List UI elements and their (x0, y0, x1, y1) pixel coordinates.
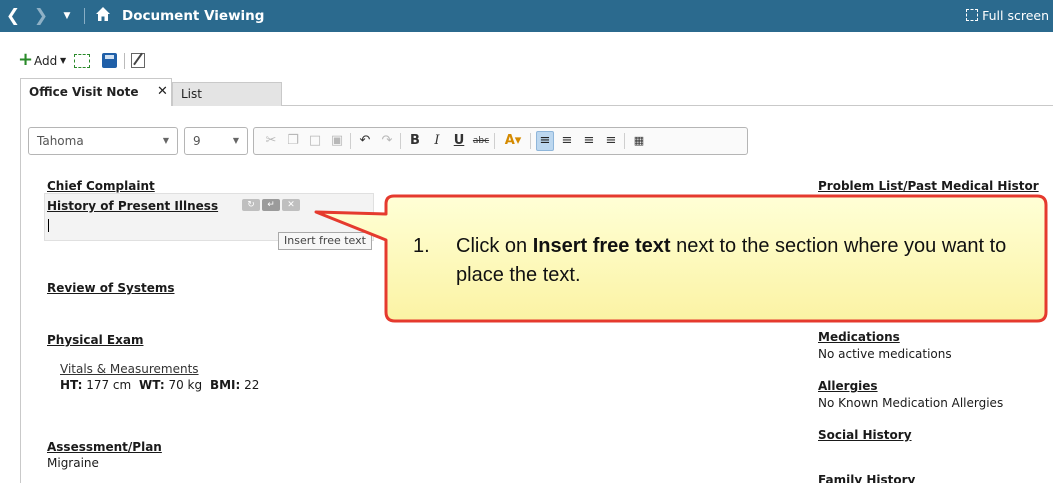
caret-down-icon[interactable]: ▼ (60, 52, 66, 70)
section-history-present-illness: History of Present Illness (47, 199, 219, 213)
page-title: Document Viewing (122, 8, 265, 24)
full-screen-label: Full screen (982, 8, 1049, 23)
italic-icon[interactable]: I (428, 128, 446, 154)
insert-free-text-icon[interactable]: ↵ (262, 199, 280, 211)
chevron-down-icon: ▼ (232, 136, 239, 145)
editor-frame (20, 106, 1053, 483)
back-icon[interactable]: ❮ (2, 0, 24, 32)
section-physical-exam: Physical Exam (47, 333, 144, 347)
undo-icon[interactable]: ↶ (356, 128, 374, 154)
format-toolbar: ✂ ❐ □ ▣ ↶ ↷ B I U abc A▾ ≡ ≡ ≡ ≡ ▦ (253, 127, 748, 155)
caret-down-icon[interactable]: ▼ (58, 0, 76, 32)
assessment-value: Migraine (47, 456, 99, 470)
font-family-value: Tahoma (37, 134, 84, 148)
font-size-select[interactable]: 9 ▼ (184, 127, 248, 155)
section-allergies: Allergies (818, 379, 878, 393)
bmi-label: BMI: (209, 378, 241, 392)
full-screen-button[interactable]: Full screen (966, 0, 1053, 32)
bmi-value: 22 (244, 378, 260, 392)
callout-text-bold: Insert free text (532, 235, 671, 257)
forward-icon[interactable]: ❯ (30, 0, 52, 32)
font-family-select[interactable]: Tahoma ▼ (28, 127, 178, 155)
wt-label: WT: (139, 378, 165, 392)
tab-list[interactable]: List (172, 82, 282, 106)
close-icon[interactable]: ✕ (157, 84, 168, 99)
callout-number: 1. (413, 235, 430, 257)
refresh-icon[interactable]: ↻ (242, 199, 260, 211)
section-review-of-systems: Review of Systems (47, 281, 175, 295)
divider (84, 8, 85, 24)
justify-icon[interactable]: ≡ (602, 128, 620, 154)
wt-value: 70 kg (168, 378, 203, 392)
align-left-icon[interactable]: ≡ (536, 131, 554, 151)
strikethrough-icon[interactable]: abc (472, 128, 490, 154)
tab-office-visit-note[interactable]: Office Visit Note ✕ (20, 78, 172, 106)
plus-icon[interactable]: + (18, 51, 33, 70)
home-icon[interactable] (92, 0, 114, 32)
tab-label: Office Visit Note (29, 85, 139, 99)
divider (124, 53, 125, 69)
divider (530, 133, 531, 149)
align-right-icon[interactable]: ≡ (580, 128, 598, 154)
section-medications: Medications (818, 330, 900, 344)
paste-special-icon[interactable]: ▣ (328, 128, 346, 154)
section-problem-list: Problem List/Past Medical Histor (818, 179, 1039, 193)
divider (350, 133, 351, 149)
section-family-history: Family History (818, 473, 916, 483)
remove-icon[interactable]: ✕ (282, 199, 300, 211)
divider (624, 133, 625, 149)
edit-note-icon[interactable] (131, 53, 145, 68)
tooltip: Insert free text (278, 232, 372, 250)
title-bar: ❮ ❯ ▼ Document Viewing Full screen (0, 0, 1053, 32)
frame-icon[interactable] (74, 54, 90, 68)
bold-icon[interactable]: B (406, 128, 424, 154)
underline-icon[interactable]: U (450, 128, 468, 154)
redo-icon[interactable]: ↷ (378, 128, 396, 154)
cut-icon[interactable]: ✂ (262, 128, 280, 154)
copy-icon[interactable]: ❐ (284, 128, 302, 154)
font-size-value: 9 (193, 134, 201, 148)
medications-value: No active medications (818, 347, 952, 361)
callout-body: Click on Insert free text next to the se… (456, 232, 1016, 290)
callout-text-before: Click on (456, 235, 533, 257)
tab-strip: Office Visit Note ✕ List (20, 78, 1053, 106)
paste-icon[interactable]: □ (306, 128, 324, 154)
section-social-history: Social History (818, 428, 912, 442)
section-assessment-plan: Assessment/Plan (47, 440, 162, 454)
divider (494, 133, 495, 149)
text-cursor (48, 219, 49, 232)
full-screen-icon (966, 9, 979, 21)
vitals-values: HT: 177 cm WT: 70 kg BMI: 22 (60, 378, 259, 392)
section-chief-complaint: Chief Complaint (47, 179, 155, 193)
ht-label: HT: (60, 378, 83, 392)
add-button[interactable]: Add (34, 52, 57, 70)
font-color-icon[interactable]: A▾ (500, 128, 526, 154)
save-icon[interactable] (102, 53, 117, 68)
vitals-measurements-link[interactable]: Vitals & Measurements (60, 362, 199, 376)
insert-table-icon[interactable]: ▦ (630, 128, 648, 154)
chevron-down-icon: ▼ (162, 136, 169, 145)
ht-value: 177 cm (86, 378, 132, 392)
divider (400, 133, 401, 149)
allergies-value: No Known Medication Allergies (818, 396, 1004, 410)
tab-label: List (181, 87, 202, 101)
align-center-icon[interactable]: ≡ (558, 128, 576, 154)
